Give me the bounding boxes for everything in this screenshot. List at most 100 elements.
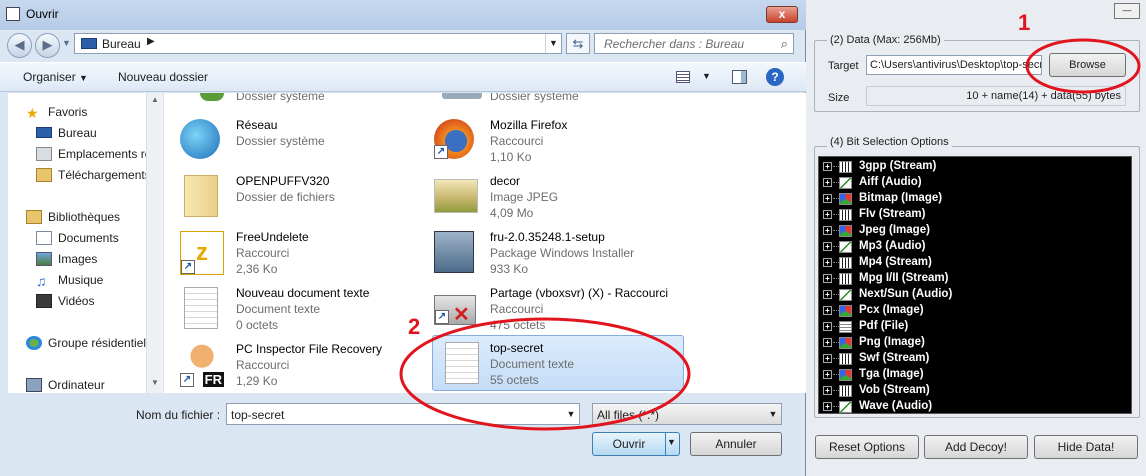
tree-item[interactable]: + Mpg I/II (Stream) (819, 271, 1119, 287)
image-icon (839, 369, 852, 381)
partial-item-icon (442, 93, 482, 99)
search-input[interactable]: Rechercher dans : Bureau ⌕ (594, 33, 794, 54)
filetype-select[interactable]: All files (*.*) ▼ (592, 403, 782, 425)
tree-item-label: Tga (Image) (859, 368, 924, 380)
panel-minimize-button[interactable]: — (1114, 3, 1140, 19)
nav-music[interactable]: ♫ Musique (36, 272, 103, 292)
back-button[interactable]: ◀ (7, 33, 32, 58)
filename-dropdown-icon[interactable]: ▼ (563, 404, 579, 424)
browse-button[interactable]: Browse (1049, 53, 1126, 77)
close-button[interactable]: x (766, 6, 798, 23)
nav-homegroup[interactable]: Groupe résidentiel (26, 335, 146, 355)
nav-desktop[interactable]: Bureau (36, 125, 97, 145)
nav-videos[interactable]: Vidéos (36, 293, 94, 313)
expand-icon[interactable]: + (823, 274, 832, 283)
scroll-down-icon[interactable]: ▼ (151, 378, 159, 387)
file-item[interactable]: z ↗ FreeUndelete Raccourci 2,36 Ko (164, 227, 404, 279)
cancel-button[interactable]: Annuler (690, 432, 782, 456)
file-type: Raccourci (236, 358, 290, 372)
file-item[interactable]: OPENPUFFV320 Dossier de fichiers (164, 171, 404, 223)
refresh-button[interactable]: ⇆ (566, 33, 590, 54)
nav-computer[interactable]: Ordinateur (26, 377, 105, 393)
expand-icon[interactable]: + (823, 162, 832, 171)
expand-icon[interactable]: + (823, 370, 832, 379)
tree-item[interactable]: + Next/Sun (Audio) (819, 287, 1119, 303)
file-item[interactable]: ↗ ✕ Partage (vboxsvr) (X) - Raccourci Rac… (418, 283, 668, 335)
nav-documents[interactable]: Documents (36, 230, 119, 250)
nav-favorites[interactable]: ★ Favoris (26, 104, 87, 124)
expand-icon[interactable]: + (823, 258, 832, 267)
expand-icon[interactable]: + (823, 354, 832, 363)
file-item[interactable]: fru-2.0.35248.1-setup Package Windows In… (418, 227, 658, 279)
expand-icon[interactable]: + (823, 194, 832, 203)
filename-value: top-secret (231, 408, 285, 422)
tree-item[interactable]: + Mp4 (Stream) (819, 255, 1119, 271)
tree-item[interactable]: + Wave (Audio) (819, 399, 1119, 415)
file-item[interactable]: Réseau Dossier système (164, 115, 404, 167)
tree-item[interactable]: + Swf (Stream) (819, 351, 1119, 367)
tree-item[interactable]: + Pdf (File) (819, 319, 1119, 335)
nav-recent-places[interactable]: Emplacements ré (36, 146, 151, 166)
target-label: Target (828, 60, 859, 72)
view-options-icon[interactable] (676, 71, 690, 83)
file-size: 1,29 Ko (236, 374, 278, 388)
tree-item-label: Mpg I/II (Stream) (859, 272, 949, 284)
filetype-dropdown-icon[interactable]: ▼ (765, 404, 781, 424)
file-item[interactable]: ↗ FR PC Inspector File Recovery Raccourci… (164, 339, 404, 391)
file-name: OPENPUFFV320 (236, 174, 330, 188)
file-item[interactable]: decor Image JPEG 4,09 Mo (418, 171, 658, 223)
hide-data-button[interactable]: Hide Data! (1034, 435, 1138, 459)
file-item[interactable]: Nouveau document texte Document texte 0 … (164, 283, 404, 335)
tree-item[interactable]: + Tga (Image) (819, 367, 1119, 383)
target-input[interactable]: C:\Users\antivirus\Desktop\top-secr (866, 55, 1042, 75)
expand-icon[interactable]: + (823, 306, 832, 315)
expand-icon[interactable]: + (823, 322, 832, 331)
forward-button[interactable]: ▶ (35, 33, 60, 58)
scroll-up-icon[interactable]: ▲ (151, 95, 159, 104)
new-folder-button[interactable]: Nouveau dossier (118, 70, 208, 84)
nav-scrollbar[interactable]: ▲ ▼ (146, 93, 163, 393)
nav-downloads[interactable]: Téléchargements (36, 167, 151, 187)
tree-item[interactable]: + Aiff (Audio) (819, 175, 1119, 191)
expand-icon[interactable]: + (823, 338, 832, 347)
tree-item-label: Next/Sun (Audio) (859, 288, 953, 300)
open-dropdown-icon[interactable]: ▼ (667, 437, 676, 447)
file-item[interactable]: ↗ Mozilla Firefox Raccourci 1,10 Ko (418, 115, 658, 167)
disconnected-x-icon: ✕ (453, 304, 470, 326)
preview-pane-icon[interactable] (732, 70, 747, 84)
filename-input[interactable]: top-secret ▼ (226, 403, 580, 425)
expand-icon[interactable]: + (823, 178, 832, 187)
expand-icon[interactable]: + (823, 210, 832, 219)
expand-icon[interactable]: + (823, 386, 832, 395)
tree-item[interactable]: + Png (Image) (819, 335, 1119, 351)
expand-icon[interactable]: + (823, 242, 832, 251)
expand-icon[interactable]: + (823, 402, 832, 411)
address-dropdown-icon[interactable]: ▼ (545, 34, 561, 53)
help-icon[interactable]: ? (766, 68, 784, 86)
add-decoy-button[interactable]: Add Decoy! (924, 435, 1028, 459)
reset-options-button[interactable]: Reset Options (815, 435, 919, 459)
tree-item[interactable]: + Bitmap (Image) (819, 191, 1119, 207)
tree-item[interactable]: + Flv (Stream) (819, 207, 1119, 223)
tree-item[interactable]: + Pcx (Image) (819, 303, 1119, 319)
network-drive-shortcut-icon: ↗ ✕ (434, 295, 476, 326)
recent-pages-dropdown-icon[interactable]: ▼ (62, 38, 71, 48)
expand-icon[interactable]: + (823, 226, 832, 235)
tree-item-label: Pcx (Image) (859, 304, 924, 316)
open-button[interactable]: Ouvrir ▼ (592, 432, 680, 456)
breadcrumb-arrow-icon[interactable]: ▶ (147, 36, 155, 47)
expand-icon[interactable]: + (823, 290, 832, 299)
nav-libraries[interactable]: Bibliothèques (26, 209, 120, 229)
tree-item[interactable]: + Mp3 (Audio) (819, 239, 1119, 255)
tree-item[interactable]: + Jpeg (Image) (819, 223, 1119, 239)
view-dropdown-icon[interactable]: ▼ (702, 71, 711, 81)
file-type: Package Windows Installer (490, 246, 635, 260)
tree-item[interactable]: + Vob (Stream) (819, 383, 1119, 399)
address-bar[interactable]: Bureau ▶ ▼ (74, 33, 562, 54)
file-size: 475 octets (490, 318, 546, 332)
nav-pictures[interactable]: Images (36, 251, 97, 271)
file-item-selected[interactable]: top-secret Document texte 55 octets (432, 335, 684, 391)
organize-button[interactable]: Organiser ▼ (23, 70, 88, 84)
shortcut-arrow-icon: ↗ (180, 373, 194, 387)
tree-item[interactable]: +3gpp (Stream) (819, 159, 1119, 175)
